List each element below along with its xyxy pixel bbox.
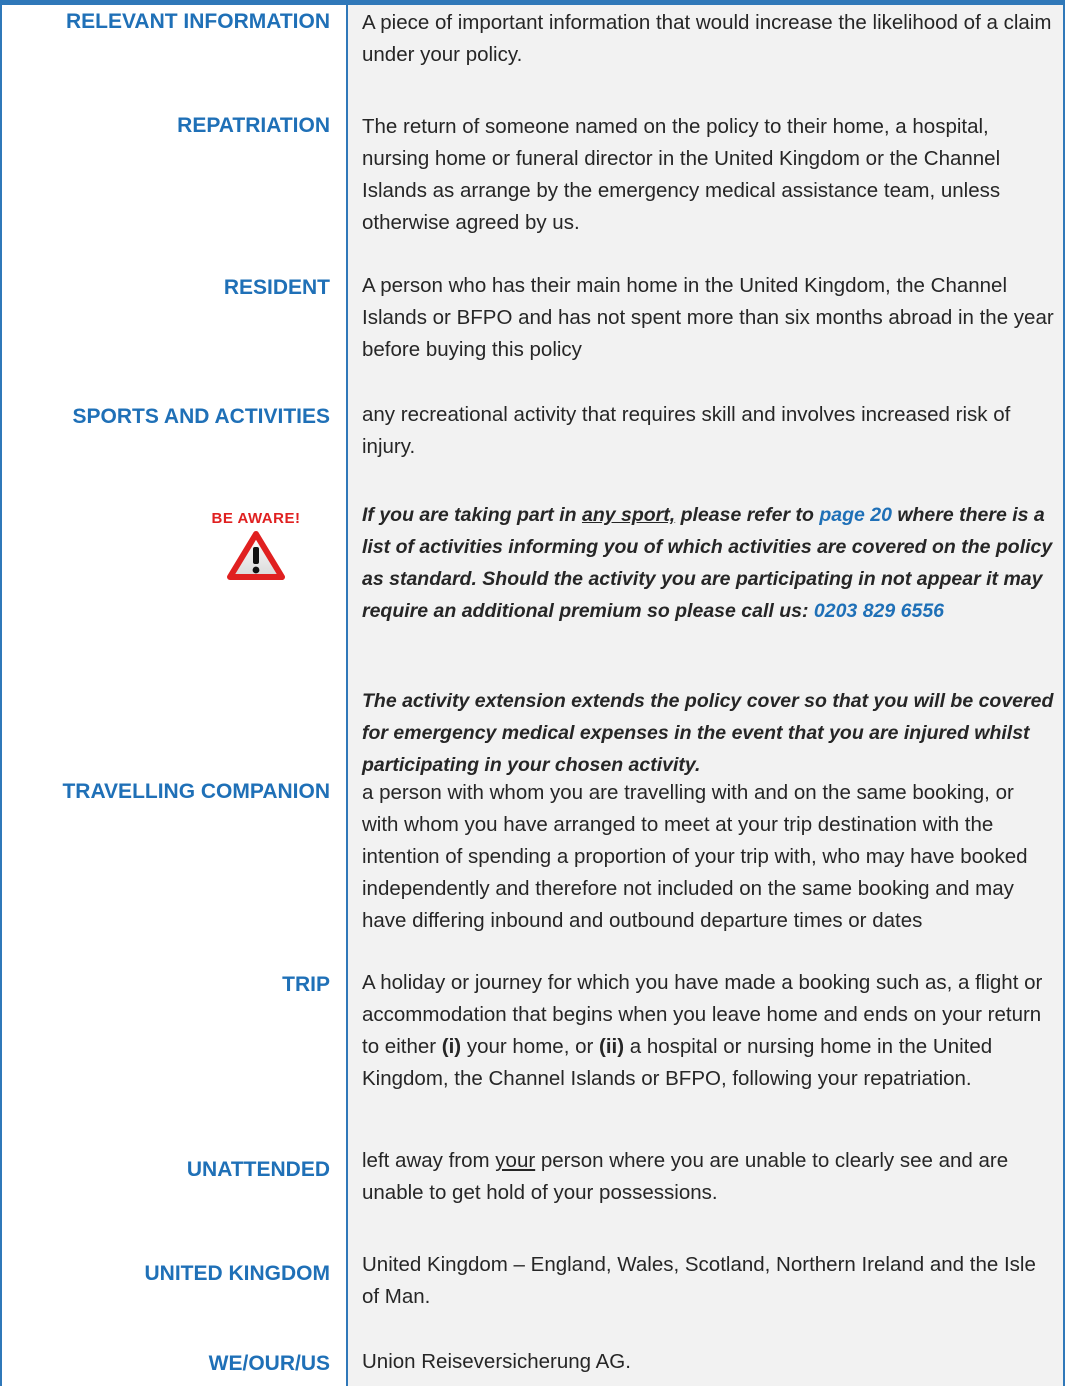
definition-resident: A person who has their main home in the … <box>362 274 1054 361</box>
phone-number-link[interactable]: 0203 829 6556 <box>814 600 944 622</box>
definition-repatriation: The return of someone named on the polic… <box>362 115 1001 234</box>
definition-sports-and-activities: any recreational activity that requires … <box>362 403 1011 458</box>
definition-relevant-information: A piece of important information that wo… <box>362 11 1052 66</box>
be-aware-paragraph-1: If you are taking part in any sport, ple… <box>362 504 1053 622</box>
definition-unattended: left away from your person where you are… <box>362 1149 1009 1204</box>
definition-travelling-companion: a person with whom you are travelling wi… <box>362 781 1028 932</box>
warning-triangle-icon <box>227 531 285 580</box>
term-we-our-us: WE/OUR/US <box>208 1352 330 1375</box>
term-repatriation: REPATRIATION <box>177 114 330 137</box>
definition-trip: A holiday or journey for which you have … <box>362 971 1043 1090</box>
term-resident: RESIDENT <box>223 276 330 299</box>
term-united-kingdom: UNITED KINGDOM <box>144 1262 331 1285</box>
be-aware-label: BE AWARE! <box>211 510 301 527</box>
term-travelling-companion: TRAVELLING COMPANION <box>62 780 330 803</box>
term-unattended: UNATTENDED <box>186 1158 330 1181</box>
definition-we-our-us: Union Reiseversicherung AG. <box>362 1350 631 1373</box>
be-aware-paragraph-2: The activity extension extends the polic… <box>362 690 1054 776</box>
term-sports-and-activities: SPORTS AND ACTIVITIES <box>72 405 330 428</box>
definition-united-kingdom: United Kingdom – England, Wales, Scotlan… <box>362 1253 1036 1308</box>
term-trip: TRIP <box>282 973 330 996</box>
column-divider <box>346 5 348 1386</box>
term-relevant-information: RELEVANT INFORMATION <box>65 10 330 33</box>
page-20-link[interactable]: page 20 <box>819 504 892 526</box>
